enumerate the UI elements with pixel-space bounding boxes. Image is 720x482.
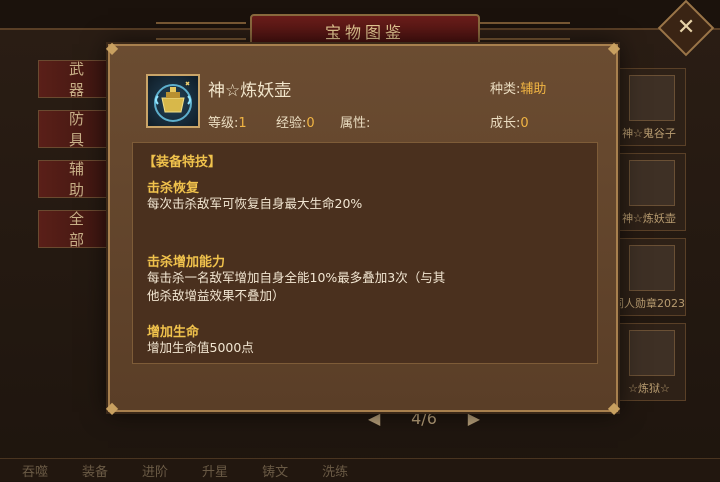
treasure-card[interactable]: 同人勋章2023: [612, 238, 686, 316]
corner-ornament: ◆: [607, 38, 621, 57]
title-ornament-left: [156, 22, 246, 40]
exp-label: 经验:: [276, 116, 307, 131]
corner-ornament: ◆: [105, 398, 119, 417]
title-ornament-right: [480, 22, 570, 40]
skill-desc: 每击杀一名敌军增加自身全能10%最多叠加3次（与其: [147, 270, 446, 285]
growth-label: 成长:: [490, 116, 521, 131]
treasure-card-label: 神☆鬼谷子: [622, 127, 676, 140]
item-detail-dialog: ◆ ◆ ◆ ◆ 神☆炼妖壶 种类:辅助 等级:1 经验:0 属性: 成长:0 【…: [106, 40, 620, 416]
level-stat: 等级:1: [208, 112, 247, 131]
type-label: 种类:: [490, 82, 521, 97]
skill-title: 增加生命: [147, 325, 200, 340]
skill-title: 击杀恢复: [147, 181, 200, 196]
growth-value: 0: [520, 116, 529, 131]
bottom-tab[interactable]: 洗练: [322, 461, 348, 480]
bottom-tabs: 吞噬 装备 进阶 升星 铸文 洗练: [0, 458, 720, 481]
level-value: 1: [238, 116, 247, 131]
level-label: 等级:: [208, 116, 239, 131]
tab-auxiliary[interactable]: 辅助: [38, 160, 118, 199]
item-type: 种类:辅助: [490, 78, 546, 97]
skills-header: 【装备特技】: [143, 155, 222, 170]
type-value: 辅助: [520, 82, 547, 97]
growth-stat: 成长:0: [490, 112, 529, 131]
tab-armor[interactable]: 防具: [38, 110, 118, 149]
cauldron-icon: [146, 74, 200, 128]
attr-stat: 属性:: [340, 112, 370, 131]
treasure-card-label: ☆炼狱☆: [628, 382, 670, 395]
treasure-thumbnail: [629, 330, 675, 376]
treasure-card[interactable]: 神☆炼妖壶: [612, 153, 686, 231]
treasure-thumbnail: [629, 75, 675, 121]
close-icon: ✕: [676, 15, 696, 40]
treasure-card[interactable]: 神☆鬼谷子: [612, 68, 686, 146]
attr-label: 属性:: [340, 116, 371, 131]
exp-value: 0: [306, 116, 315, 131]
category-tabs: 武器 防具 辅助 全部: [38, 60, 118, 260]
skill-desc: 他杀敌增益效果不叠加）: [147, 288, 285, 303]
bottom-tab[interactable]: 吞噬: [22, 461, 48, 480]
bottom-tab[interactable]: 升星: [202, 461, 228, 480]
corner-ornament: ◆: [105, 38, 119, 57]
skill-title: 击杀增加能力: [147, 255, 226, 270]
window-title: 宝物图鉴: [250, 14, 480, 48]
tab-all[interactable]: 全部: [38, 210, 118, 249]
treasure-card-label: 同人勋章2023: [613, 297, 685, 310]
bottom-tab[interactable]: 进阶: [142, 461, 168, 480]
skills-panel: 【装备特技】 击杀恢复 每次击杀敌军可恢复自身最大生命20% 击杀增加能力 每击…: [132, 142, 598, 364]
bottom-tab[interactable]: 装备: [82, 461, 108, 480]
treasure-thumbnail: [629, 160, 675, 206]
treasure-card-label: 神☆炼妖壶: [622, 212, 676, 225]
skill-desc: 每次击杀敌军可恢复自身最大生命20%: [147, 196, 363, 211]
tab-weapon[interactable]: 武器: [38, 60, 118, 99]
skill-desc: 增加生命值5000点: [147, 340, 254, 355]
exp-stat: 经验:0: [276, 112, 315, 131]
treasure-card[interactable]: ☆炼狱☆: [612, 323, 686, 401]
corner-ornament: ◆: [607, 398, 621, 417]
treasure-list: 神☆鬼谷子 神☆炼妖壶 同人勋章2023 ☆炼狱☆: [612, 68, 686, 408]
window-title-text: 宝物图鉴: [324, 23, 405, 42]
item-name: 神☆炼妖壶: [208, 81, 292, 101]
treasure-thumbnail: [629, 245, 675, 291]
bottom-tab[interactable]: 铸文: [262, 461, 288, 480]
